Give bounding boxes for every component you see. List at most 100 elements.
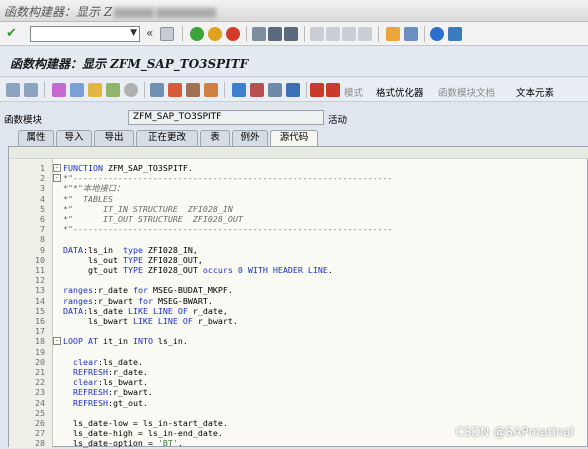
check-icon[interactable] xyxy=(106,83,120,97)
line-number: 13 xyxy=(35,285,45,296)
code-line[interactable]: 24 REFRESH:gt_out. xyxy=(9,398,588,408)
activate-icon[interactable] xyxy=(124,83,138,97)
line-number: 2 xyxy=(40,173,45,184)
tab-changing[interactable]: 正在更改 xyxy=(136,130,198,146)
code-line[interactable]: 20 clear:ls_date. xyxy=(9,357,588,367)
where-used-icon[interactable] xyxy=(150,83,164,97)
info-icon[interactable] xyxy=(286,83,300,97)
code-line[interactable]: 19 xyxy=(9,347,588,357)
code-line[interactable]: 13 ranges:r_date for MSEG-BUDAT_MKPF. xyxy=(9,285,588,295)
line-number: 11 xyxy=(35,265,45,275)
code-text: *"--------------------------------------… xyxy=(63,173,393,184)
tab-import[interactable]: 导入 xyxy=(56,130,92,146)
line-number: 4 xyxy=(40,193,45,204)
code-line[interactable]: 7 *"-------------------------------------… xyxy=(9,224,588,234)
find-next-icon[interactable] xyxy=(284,27,298,41)
shortcut-icon[interactable] xyxy=(404,27,418,41)
function-module-field[interactable]: ZFM_SAP_TO3SPITF xyxy=(128,110,324,125)
code-line[interactable]: 9 DATA:ls_in type ZFI028_IN, xyxy=(9,245,588,255)
edit-pencil-icon[interactable] xyxy=(168,83,182,97)
code-text: FUNCTION ZFM_SAP_TO3SPITF. xyxy=(63,163,193,173)
code-line[interactable]: 6 *" IT_OUT STRUCTURE ZFI028_OUT xyxy=(9,214,588,224)
pattern-button[interactable]: 模式 xyxy=(344,85,363,99)
tab-tables[interactable]: 表 xyxy=(200,130,230,146)
code-line[interactable]: 5 *" IT_IN STRUCTURE ZFI028_IN xyxy=(9,204,588,214)
line-number: 28 xyxy=(35,438,45,449)
fm-documentation-button[interactable]: 函数模块文档 xyxy=(438,85,495,99)
tab-export[interactable]: 导出 xyxy=(94,130,134,146)
code-line[interactable]: 8 xyxy=(9,234,588,244)
first-page-icon[interactable] xyxy=(310,27,324,41)
code-line[interactable]: 14 ranges:r_bwart for MSEG-BWART. xyxy=(9,296,588,306)
code-line[interactable]: 4 *" TABLES xyxy=(9,194,588,204)
prev-page-icon[interactable] xyxy=(326,27,340,41)
code-line[interactable]: 21 REFRESH:r_date. xyxy=(9,367,588,377)
tab-source-code[interactable]: 源代码 xyxy=(270,130,318,146)
breakpoint-icon[interactable] xyxy=(310,83,324,97)
find-icon[interactable] xyxy=(268,27,282,41)
display-change-icon[interactable] xyxy=(70,83,84,97)
code-line[interactable]: 10 ls_out TYPE ZFI028_OUT, xyxy=(9,255,588,265)
external-breakpoint-icon[interactable] xyxy=(326,83,340,97)
line-number: 26 xyxy=(35,418,45,428)
exit-icon[interactable] xyxy=(208,27,222,41)
text-elements-button[interactable]: 文本元素 xyxy=(516,85,554,99)
help-icon[interactable] xyxy=(430,27,444,41)
arrow-right-icon[interactable] xyxy=(24,83,38,97)
inactive-objects-icon[interactable] xyxy=(250,83,264,97)
line-number: 15 xyxy=(35,305,45,316)
window-title: 函数构建器：显示 Z xyxy=(4,3,217,20)
chevron-down-icon[interactable]: ▼ xyxy=(130,28,137,38)
tab-exceptions[interactable]: 例外 xyxy=(232,130,268,146)
tab-attributes[interactable]: 属性 xyxy=(18,130,54,146)
save-icon[interactable] xyxy=(160,27,174,41)
active-inactive-icon[interactable] xyxy=(88,83,102,97)
print-icon[interactable] xyxy=(252,27,266,41)
code-text: REFRESH:r_bwart. xyxy=(73,387,153,398)
line-number: 14 xyxy=(35,295,45,306)
line-number: 17 xyxy=(35,326,45,337)
back-icon[interactable] xyxy=(190,27,204,41)
code-line[interactable]: 23 REFRESH:r_bwart. xyxy=(9,387,588,397)
last-page-icon[interactable] xyxy=(358,27,372,41)
line-number: 5 xyxy=(40,203,45,214)
back-history-icon[interactable]: « xyxy=(146,26,153,40)
code-line[interactable]: 15 DATA:ls_date LIKE LINE OF r_date, xyxy=(9,306,588,316)
code-line[interactable]: 16 ls_bwart LIKE LINE OF r_bwart. xyxy=(9,316,588,326)
code-text: *"--------------------------------------… xyxy=(63,224,393,235)
source-code-editor[interactable]: 1- FUNCTION ZFM_SAP_TO3SPITF. 2- *"--------… xyxy=(8,146,588,448)
code-line[interactable]: 17 xyxy=(9,326,588,336)
code-line[interactable]: 11 gt_out TYPE ZFI028_OUT occurs 0 WITH … xyxy=(9,265,588,275)
enter-check-icon[interactable]: ✔ xyxy=(6,27,20,41)
fold-toggle-icon[interactable]: - xyxy=(53,337,61,346)
display-object-list-icon[interactable] xyxy=(186,83,200,97)
code-line[interactable]: 2- *"------------------------------------… xyxy=(9,173,588,183)
layout-menu-icon[interactable] xyxy=(448,27,462,41)
code-line[interactable]: 25 xyxy=(9,408,588,418)
system-toolbar: ✔ ▼ « xyxy=(0,22,588,46)
fold-toggle-icon[interactable]: - xyxy=(53,174,61,183)
code-text: *" IT_IN STRUCTURE ZFI028_IN xyxy=(63,203,233,214)
pretty-printer-button[interactable]: 格式优化器 xyxy=(376,85,424,99)
code-line[interactable]: 1- FUNCTION ZFM_SAP_TO3SPITF. xyxy=(9,163,588,173)
code-line[interactable]: 12 xyxy=(9,275,588,285)
fold-toggle-icon[interactable]: - xyxy=(53,164,61,172)
next-page-icon[interactable] xyxy=(342,27,356,41)
line-number: 10 xyxy=(35,254,45,265)
command-field[interactable]: ▼ xyxy=(30,26,140,42)
line-number: 22 xyxy=(35,377,45,388)
new-session-icon[interactable] xyxy=(386,27,400,41)
watermark: CSDN @SAPmatinal xyxy=(455,425,574,439)
arrow-left-icon[interactable] xyxy=(6,83,20,97)
code-text: ranges:r_bwart for MSEG-BWART. xyxy=(63,295,213,306)
code-line[interactable]: 22 clear:ls_bwart. xyxy=(9,377,588,387)
other-object-icon[interactable] xyxy=(52,83,66,97)
list-icon[interactable] xyxy=(268,83,282,97)
code-text: clear:ls_bwart. xyxy=(73,377,148,388)
cancel-icon[interactable] xyxy=(226,27,240,41)
code-line[interactable]: 18- LOOP AT it_in INTO ls_in. xyxy=(9,336,588,346)
code-line[interactable]: 28 ls_date-option = 'BT'. xyxy=(9,438,588,448)
code-line[interactable]: 3 *"*"本地接口： xyxy=(9,183,588,193)
navigation-window-icon[interactable] xyxy=(204,83,218,97)
hierarchy-icon[interactable] xyxy=(232,83,246,97)
